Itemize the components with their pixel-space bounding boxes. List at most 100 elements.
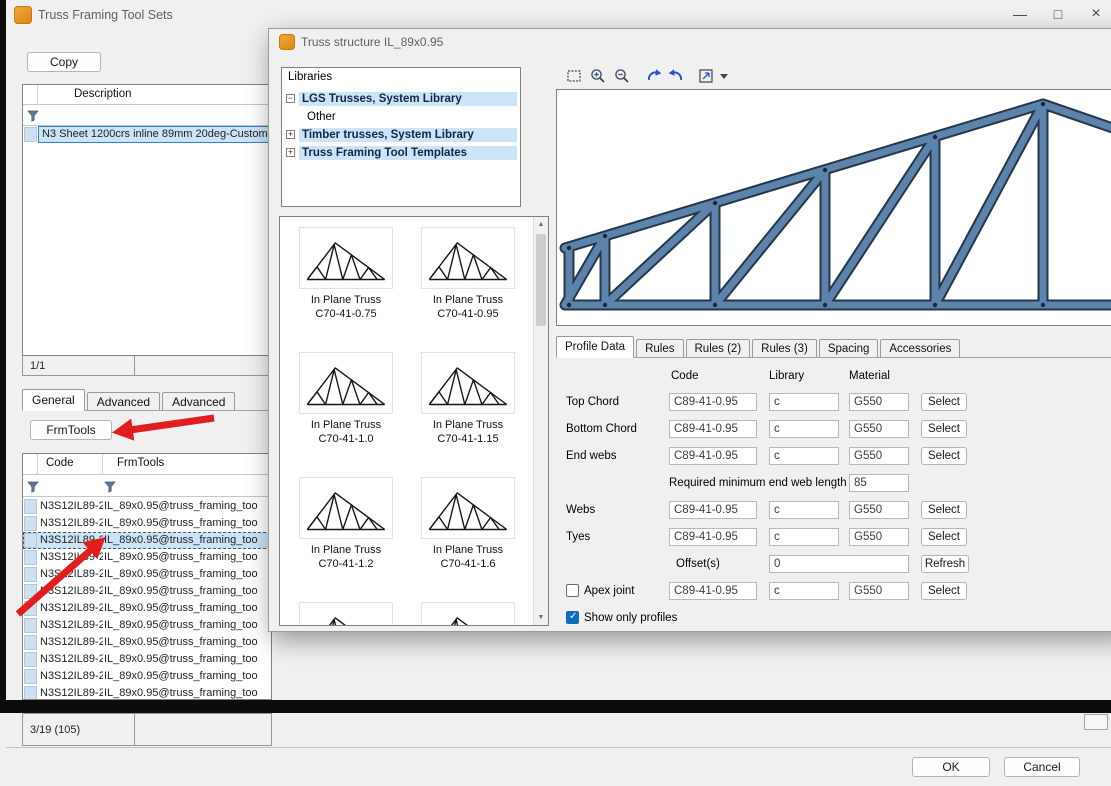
cell-frmtools: IL_89x0.95@truss_framing_too — [104, 498, 271, 515]
rotate-ccw-icon[interactable] — [665, 65, 687, 87]
tab-general[interactable]: General — [22, 389, 85, 411]
library-field[interactable]: c — [769, 420, 839, 438]
view-options-caret-icon[interactable] — [717, 65, 731, 87]
table-row[interactable]: N3S12IL89-20IL_89x0.95@truss_framing_too — [23, 549, 271, 566]
show-only-profiles-checkbox[interactable] — [566, 611, 579, 624]
table-row[interactable]: N3S12IL89-20IL_89x0.95@truss_framing_too — [23, 668, 271, 685]
material-field[interactable]: G550 — [849, 447, 909, 465]
table-row[interactable]: N3S12IL89-20IL_89x0.95@truss_framing_too — [23, 583, 271, 600]
rotate-cw-icon[interactable] — [643, 65, 665, 87]
table-row-selected[interactable]: N3S12IL89-20IL_89x0.95@truss_framing_too — [23, 532, 271, 549]
truss-thumbnail[interactable] — [412, 602, 524, 626]
frmtools-column-header[interactable]: FrmTools — [103, 454, 271, 475]
library-field[interactable]: c — [769, 393, 839, 411]
filter-icon-code[interactable] — [27, 480, 39, 492]
tree-item-lgs-trusses[interactable]: LGS Trusses, System Library — [286, 90, 517, 107]
table-row[interactable]: N3S12IL89-20IL_89x0.95@truss_framing_too — [23, 634, 271, 651]
copy-button[interactable]: Copy — [27, 52, 101, 72]
tree-item-other[interactable]: Other — [286, 108, 517, 125]
tree-item-label: LGS Trusses, System Library — [299, 92, 517, 106]
tree-item-timber-trusses[interactable]: Timber trusses, System Library — [286, 126, 517, 143]
apex-joint-checkbox[interactable] — [566, 584, 579, 597]
truss-thumbnail[interactable]: In Plane Truss C70-41-1.0 — [290, 352, 402, 446]
select-button[interactable]: Select — [921, 528, 967, 546]
tab-advanced-2[interactable]: Advanced — [162, 392, 235, 410]
dialog-icon — [279, 34, 295, 50]
truss-thumbnail[interactable]: In Plane Truss C70-41-0.95 — [412, 227, 524, 321]
table-row[interactable]: N3S12IL89-20IL_89x0.95@truss_framing_too — [23, 651, 271, 668]
material-field[interactable]: G550 — [849, 582, 909, 600]
thumbnail-scrollbar[interactable]: ▲ ▼ — [533, 217, 548, 625]
description-row[interactable]: N3 Sheet 1200crs inline 89mm 20deg-Custo… — [23, 126, 271, 143]
tab-rules[interactable]: Rules — [636, 339, 683, 357]
table-row[interactable]: N3S12IL89-20IL_89x0.95@truss_framing_too — [23, 498, 271, 515]
cell-code: N3S12IL89-20 — [40, 498, 103, 515]
view-options-icon[interactable] — [695, 65, 717, 87]
table-row[interactable]: N3S12IL89-20IL_89x0.95@truss_framing_too — [23, 566, 271, 583]
minimize-button[interactable]: — — [1002, 0, 1038, 28]
truss-thumbnail[interactable]: In Plane Truss C70-41-0.75 — [290, 227, 402, 321]
offset-field[interactable]: 0 — [769, 555, 909, 573]
frmtools-button[interactable]: FrmTools — [30, 420, 112, 440]
expand-icon[interactable] — [286, 148, 295, 157]
code-field[interactable]: C89-41-0.95 — [669, 582, 757, 600]
tab-accessories[interactable]: Accessories — [880, 339, 960, 357]
close-button[interactable]: × — [1078, 0, 1111, 28]
scroll-down-icon[interactable]: ▼ — [534, 610, 548, 625]
filter-icon[interactable] — [27, 109, 39, 121]
material-field[interactable]: G550 — [849, 528, 909, 546]
select-button[interactable]: Select — [921, 420, 967, 438]
expand-icon[interactable] — [286, 130, 295, 139]
table-row[interactable]: N3S12IL89-20IL_89x0.95@truss_framing_too — [23, 515, 271, 532]
library-field[interactable]: c — [769, 582, 839, 600]
collapse-icon[interactable] — [286, 94, 295, 103]
material-field[interactable]: G550 — [849, 420, 909, 438]
description-table-header: Description — [23, 85, 271, 105]
tab-rules-2[interactable]: Rules (2) — [686, 339, 751, 357]
maximize-button[interactable]: □ — [1040, 0, 1076, 28]
zoom-window-icon[interactable] — [563, 65, 585, 87]
tab-profile-data[interactable]: Profile Data — [556, 336, 634, 358]
min-end-web-length-field[interactable]: 85 — [849, 474, 909, 492]
scroll-up-icon[interactable]: ▲ — [534, 217, 548, 232]
material-field[interactable]: G550 — [849, 393, 909, 411]
row-selector — [24, 567, 37, 582]
code-field[interactable]: C89-41-0.95 — [669, 501, 757, 519]
select-button[interactable]: Select — [921, 393, 967, 411]
zoom-in-icon[interactable] — [587, 65, 609, 87]
scroll-corner[interactable] — [1084, 714, 1108, 730]
table-row[interactable]: N3S12IL89-20IL_89x0.95@truss_framing_too — [23, 600, 271, 617]
field-label: End webs — [566, 447, 617, 465]
select-button[interactable]: Select — [921, 447, 967, 465]
library-field[interactable]: c — [769, 528, 839, 546]
tree-item-truss-framing-templates[interactable]: Truss Framing Tool Templates — [286, 144, 517, 161]
description-column-header[interactable]: Description — [38, 85, 271, 105]
code-field[interactable]: C89-41-0.95 — [669, 420, 757, 438]
library-field[interactable]: c — [769, 501, 839, 519]
truss-thumbnail[interactable]: In Plane Truss C70-41-1.6 — [412, 477, 524, 571]
truss-thumbnail[interactable]: In Plane Truss C70-41-1.15 — [412, 352, 524, 446]
row-webs: Webs C89-41-0.95 c G550 Select — [566, 501, 1111, 519]
truss-thumbnail[interactable]: In Plane Truss C70-41-1.2 — [290, 477, 402, 571]
select-button[interactable]: Select — [921, 582, 967, 600]
select-button[interactable]: Select — [921, 501, 967, 519]
tab-spacing[interactable]: Spacing — [819, 339, 879, 357]
code-field[interactable]: C89-41-0.95 — [669, 447, 757, 465]
material-field[interactable]: G550 — [849, 501, 909, 519]
zoom-out-icon[interactable] — [611, 65, 633, 87]
code-column-header[interactable]: Code — [38, 454, 103, 475]
refresh-button[interactable]: Refresh — [921, 555, 969, 573]
truss-thumbnail[interactable] — [290, 602, 402, 626]
truss-3d-viewport[interactable] — [556, 89, 1111, 326]
ok-button[interactable]: OK — [912, 757, 990, 777]
table-row[interactable]: N3S12IL89-20IL_89x0.95@truss_framing_too — [23, 685, 271, 700]
code-field[interactable]: C89-41-0.95 — [669, 393, 757, 411]
library-field[interactable]: c — [769, 447, 839, 465]
table-row[interactable]: N3S12IL89-20IL_89x0.95@truss_framing_too — [23, 617, 271, 634]
cancel-button[interactable]: Cancel — [1004, 757, 1080, 777]
tab-advanced-1[interactable]: Advanced — [87, 392, 160, 410]
filter-icon-frmtools[interactable] — [104, 480, 116, 492]
tab-rules-3[interactable]: Rules (3) — [752, 339, 817, 357]
scrollbar-thumb[interactable] — [536, 234, 546, 326]
code-field[interactable]: C89-41-0.95 — [669, 528, 757, 546]
